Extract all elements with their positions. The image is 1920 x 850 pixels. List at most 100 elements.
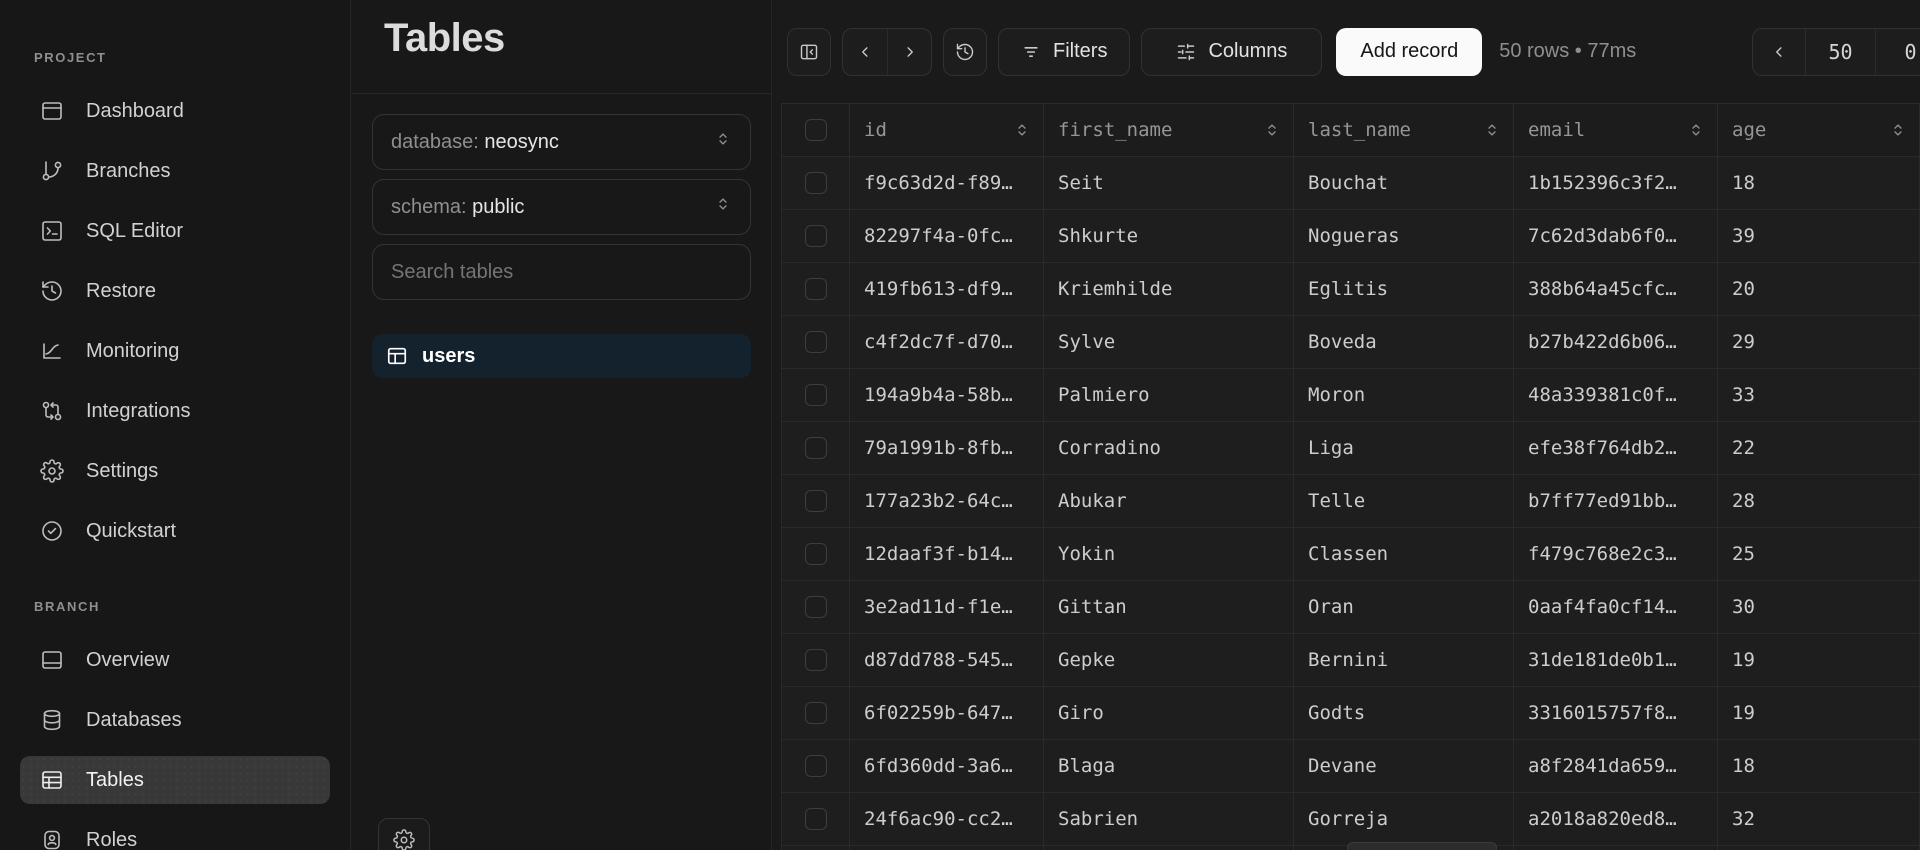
cell-id[interactable]: 79a1991b-8fb…: [850, 422, 1044, 475]
cell-first_name[interactable]: Gittan: [1044, 581, 1294, 634]
sidebar-item-dashboard[interactable]: Dashboard: [20, 87, 330, 135]
forward-button[interactable]: [887, 29, 931, 75]
collapse-panel-button[interactable]: [787, 28, 831, 76]
cell-first_name[interactable]: Seit: [1044, 157, 1294, 210]
select-all-checkbox[interactable]: [805, 119, 827, 141]
page-size-value[interactable]: 50: [1805, 29, 1875, 75]
sort-chevrons-icon[interactable]: [1263, 121, 1281, 139]
cell-email[interactable]: a8f2841da659…: [1514, 740, 1718, 793]
cell-id[interactable]: 12daaf3f-b14…: [850, 528, 1044, 581]
cell-last_name[interactable]: Bernini: [1294, 634, 1514, 687]
cell-email[interactable]: efe38f764db2…: [1514, 422, 1718, 475]
sidebar-item-databases[interactable]: Databases: [20, 696, 330, 744]
cell-email[interactable]: 31de181de0b1…: [1514, 634, 1718, 687]
columns-button[interactable]: Columns: [1141, 28, 1322, 76]
cell-age[interactable]: 32: [1718, 793, 1920, 846]
cell-first_name[interactable]: Giro: [1044, 687, 1294, 740]
cell-age[interactable]: 19: [1718, 687, 1920, 740]
row-checkbox[interactable]: [805, 437, 827, 459]
sidebar-item-overview[interactable]: Overview: [20, 636, 330, 684]
cell-last_name[interactable]: Nogueras: [1294, 210, 1514, 263]
cell-age[interactable]: 18: [1718, 157, 1920, 210]
sidebar-item-branches[interactable]: Branches: [20, 147, 330, 195]
cell-first_name[interactable]: Sylve: [1044, 316, 1294, 369]
cell-id[interactable]: 177a23b2-64c…: [850, 475, 1044, 528]
sort-chevrons-icon[interactable]: [1687, 121, 1705, 139]
cell-last_name[interactable]: Moron: [1294, 369, 1514, 422]
sidebar-item-roles[interactable]: Roles: [20, 816, 330, 850]
cell-last_name[interactable]: Boveda: [1294, 316, 1514, 369]
cell-id[interactable]: 24f6ac90-cc2…: [850, 793, 1044, 846]
filters-button[interactable]: Filters: [998, 28, 1130, 76]
cell-email[interactable]: b27b422d6b06…: [1514, 316, 1718, 369]
refresh-history-button[interactable]: [943, 28, 987, 76]
column-header-first_name[interactable]: first_name: [1044, 104, 1294, 157]
cell-email[interactable]: b7ff77ed91bb…: [1514, 475, 1718, 528]
row-checkbox[interactable]: [805, 278, 827, 300]
row-checkbox[interactable]: [805, 649, 827, 671]
page-prev-button[interactable]: [1753, 29, 1805, 75]
table-list-item-users[interactable]: users: [372, 334, 751, 378]
cell-age[interactable]: 22: [1718, 422, 1920, 475]
cell-first_name[interactable]: Abukar: [1044, 475, 1294, 528]
cell-first_name[interactable]: Yokin: [1044, 528, 1294, 581]
row-checkbox[interactable]: [805, 808, 827, 830]
table-settings-button[interactable]: [378, 818, 430, 850]
cell-email[interactable]: 3316015757f8…: [1514, 687, 1718, 740]
row-checkbox[interactable]: [805, 384, 827, 406]
cell-last_name[interactable]: Bouchat: [1294, 157, 1514, 210]
cell-age[interactable]: 33: [1718, 369, 1920, 422]
cell-email[interactable]: 388b64a45cfc…: [1514, 263, 1718, 316]
cell-id[interactable]: 3e2ad11d-f1e…: [850, 581, 1044, 634]
sidebar-item-monitoring[interactable]: Monitoring: [20, 327, 330, 375]
cell-last_name[interactable]: Liga: [1294, 422, 1514, 475]
cell-first_name[interactable]: Corradino: [1044, 422, 1294, 475]
row-checkbox[interactable]: [805, 702, 827, 724]
cell-first_name[interactable]: Gepke: [1044, 634, 1294, 687]
cell-id[interactable]: d87dd788-545…: [850, 634, 1044, 687]
cell-id[interactable]: 6fd360dd-3a6…: [850, 740, 1044, 793]
row-checkbox[interactable]: [805, 596, 827, 618]
column-header-id[interactable]: id: [850, 104, 1044, 157]
cell-id[interactable]: 6f02259b-647…: [850, 687, 1044, 740]
page-offset-value[interactable]: 0: [1875, 29, 1920, 75]
cell-id[interactable]: 194a9b4a-58b…: [850, 369, 1044, 422]
cell-first_name[interactable]: Sabrien: [1044, 793, 1294, 846]
sort-chevrons-icon[interactable]: [1483, 121, 1501, 139]
sidebar-item-sql-editor[interactable]: SQL Editor: [20, 207, 330, 255]
cell-last_name[interactable]: Oran: [1294, 581, 1514, 634]
column-header-email[interactable]: email: [1514, 104, 1718, 157]
schema-select[interactable]: schema: public: [372, 179, 751, 235]
cell-email[interactable]: a2018a820ed8…: [1514, 793, 1718, 846]
cell-first_name[interactable]: Blaga: [1044, 740, 1294, 793]
sidebar-item-restore[interactable]: Restore: [20, 267, 330, 315]
column-header-last_name[interactable]: last_name: [1294, 104, 1514, 157]
add-record-button[interactable]: Add record: [1336, 28, 1482, 76]
cell-email[interactable]: 1b152396c3f2…: [1514, 157, 1718, 210]
row-checkbox[interactable]: [805, 490, 827, 512]
cell-first_name[interactable]: Shkurte: [1044, 210, 1294, 263]
sort-chevrons-icon[interactable]: [1889, 121, 1907, 139]
cell-id[interactable]: 82297f4a-0fc…: [850, 210, 1044, 263]
cell-first_name[interactable]: Palmiero: [1044, 369, 1294, 422]
search-tables-input[interactable]: [373, 245, 750, 299]
row-checkbox[interactable]: [805, 172, 827, 194]
cell-id[interactable]: f9c63d2d-f89…: [850, 157, 1044, 210]
cell-age[interactable]: 25: [1718, 528, 1920, 581]
cell-last_name[interactable]: Devane: [1294, 740, 1514, 793]
database-select[interactable]: database: neosync: [372, 114, 751, 170]
row-checkbox[interactable]: [805, 331, 827, 353]
cell-email[interactable]: f479c768e2c3…: [1514, 528, 1718, 581]
sort-chevrons-icon[interactable]: [1013, 121, 1031, 139]
cell-first_name[interactable]: Kriemhilde: [1044, 263, 1294, 316]
horizontal-scrollbar-thumb[interactable]: [1347, 842, 1497, 850]
cell-age[interactable]: 19: [1718, 634, 1920, 687]
back-button[interactable]: [843, 29, 887, 75]
cell-age[interactable]: 39: [1718, 210, 1920, 263]
row-checkbox[interactable]: [805, 755, 827, 777]
cell-email[interactable]: 0aaf4fa0cf14…: [1514, 581, 1718, 634]
cell-last_name[interactable]: Godts: [1294, 687, 1514, 740]
sidebar-item-quickstart[interactable]: Quickstart: [20, 507, 330, 555]
cell-last_name[interactable]: Telle: [1294, 475, 1514, 528]
cell-age[interactable]: 18: [1718, 740, 1920, 793]
